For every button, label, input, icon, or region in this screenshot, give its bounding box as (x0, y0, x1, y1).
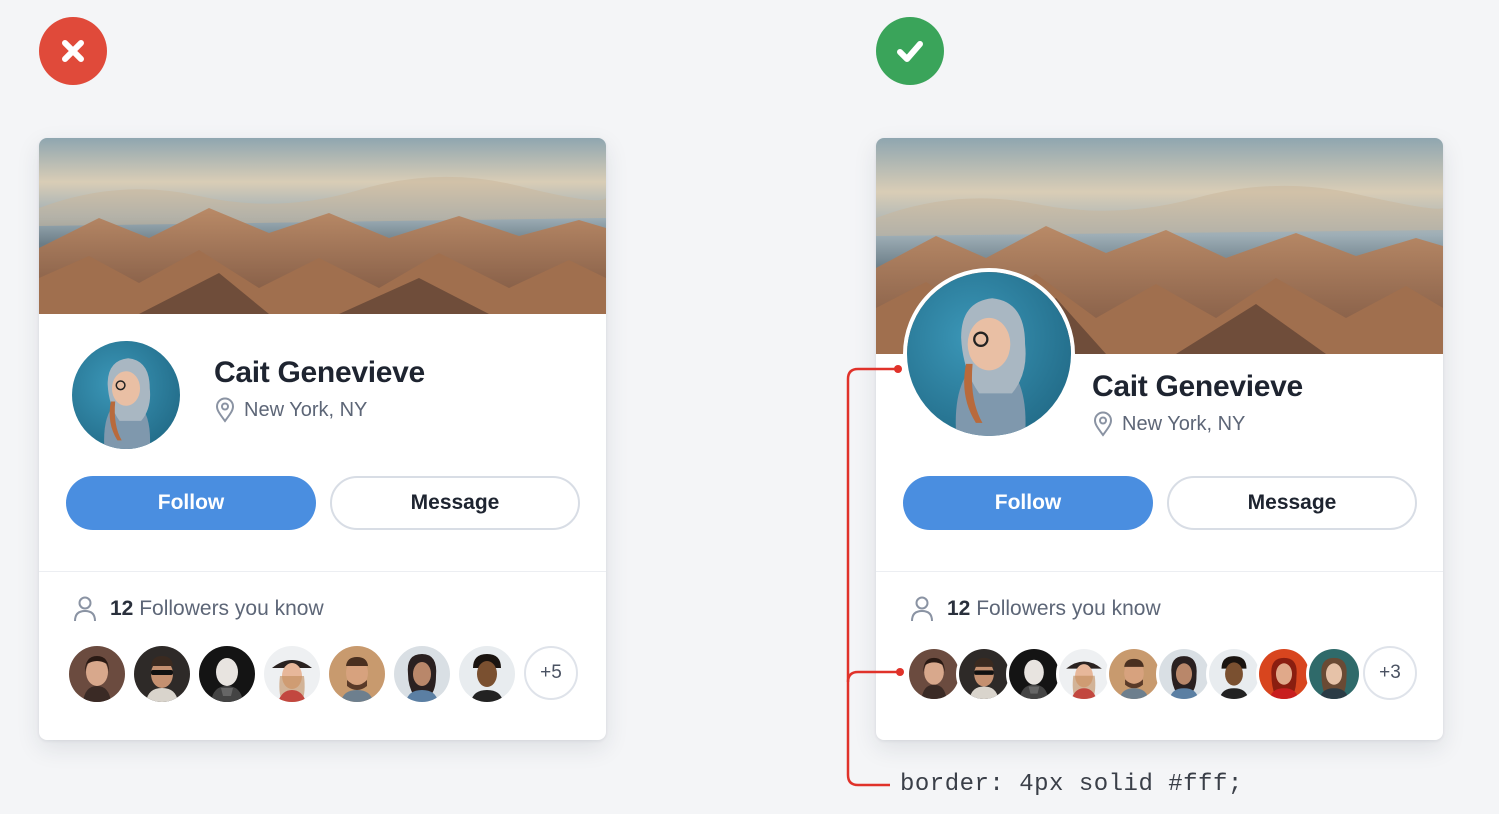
profile-name: Cait Genevieve (214, 356, 425, 389)
correct-badge-icon (876, 17, 944, 85)
followers-you-know: 12 Followers you know (909, 595, 1161, 623)
message-button[interactable]: Message (330, 476, 580, 530)
message-button[interactable]: Message (1167, 476, 1417, 530)
follower-avatar[interactable] (329, 646, 385, 702)
follower-avatar[interactable] (906, 646, 962, 702)
follower-avatar[interactable] (1256, 646, 1312, 702)
followers-count: 12 (110, 597, 134, 620)
follower-avatar[interactable] (264, 646, 320, 702)
followers-count: 12 (947, 597, 971, 620)
divider (876, 571, 1443, 572)
follower-avatar[interactable] (1156, 646, 1212, 702)
more-followers-button[interactable]: +5 (524, 646, 578, 700)
follower-avatar[interactable] (459, 646, 515, 702)
follower-avatar[interactable] (1106, 646, 1162, 702)
follower-avatar[interactable] (1006, 646, 1062, 702)
follower-avatar[interactable] (1056, 646, 1112, 702)
followers-text: Followers you know (976, 597, 1161, 620)
annotation-code: border: 4px solid #fff; (900, 771, 1243, 798)
incorrect-badge-icon (39, 17, 107, 85)
location-label: New York, NY (1122, 412, 1246, 435)
follow-button[interactable]: Follow (66, 476, 316, 530)
follower-avatar[interactable] (1206, 646, 1262, 702)
location-pin-icon (1093, 411, 1113, 437)
person-icon (74, 596, 96, 622)
more-followers-button[interactable]: +3 (1363, 646, 1417, 700)
cover-image (39, 138, 606, 314)
followers-text: Followers you know (139, 597, 324, 620)
profile-name: Cait Genevieve (1092, 370, 1303, 403)
person-icon (911, 596, 933, 622)
profile-avatar[interactable] (72, 341, 180, 449)
divider (39, 571, 606, 572)
follower-avatar[interactable] (394, 646, 450, 702)
follower-avatar[interactable] (69, 646, 125, 702)
follower-avatar[interactable] (134, 646, 190, 702)
profile-location: New York, NY (214, 397, 367, 423)
profile-card-incorrect: Cait Genevieve New York, NY Follow Messa… (39, 138, 606, 740)
location-label: New York, NY (244, 398, 368, 421)
profile-card-correct: Cait Genevieve New York, NY Follow Messa… (876, 138, 1443, 740)
location-pin-icon (215, 397, 235, 423)
follower-avatar[interactable] (199, 646, 255, 702)
follow-button[interactable]: Follow (903, 476, 1153, 530)
follower-avatar[interactable] (1306, 646, 1362, 702)
profile-avatar[interactable] (903, 268, 1075, 440)
follower-avatar[interactable] (956, 646, 1012, 702)
profile-location: New York, NY (1092, 411, 1245, 437)
followers-you-know: 12 Followers you know (72, 595, 324, 623)
